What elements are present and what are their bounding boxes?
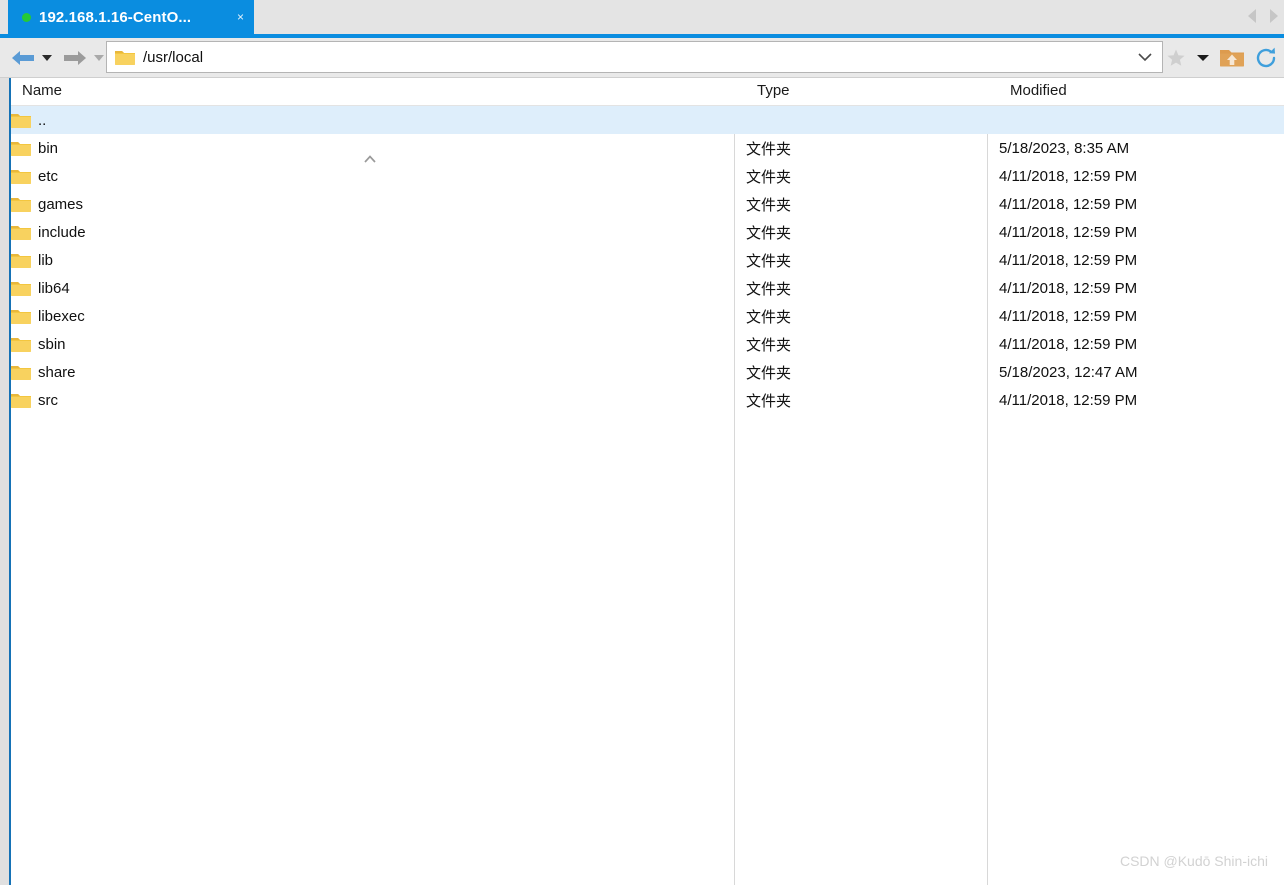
table-row[interactable]: include 文件夹 4/11/2018, 12:59 PM: [11, 218, 1284, 246]
file-name-cell[interactable]: share: [11, 358, 76, 386]
column-header-name[interactable]: Name: [22, 82, 62, 99]
file-browser-window: 192.168.1.16-CentO... × /usr/local Name …: [0, 0, 1284, 885]
table-row[interactable]: share 文件夹 5/18/2023, 12:47 AM: [11, 358, 1284, 386]
file-name-label: games: [38, 195, 84, 213]
address-bar[interactable]: /usr/local: [106, 41, 1163, 73]
forward-button[interactable]: [62, 49, 104, 67]
column-header-modified[interactable]: Modified: [1010, 82, 1067, 99]
file-name-cell[interactable]: etc: [11, 162, 58, 190]
sort-ascending-icon: [364, 155, 376, 163]
file-name-cell[interactable]: libexec: [11, 302, 85, 330]
file-name-label: lib: [38, 251, 54, 269]
table-row[interactable]: sbin 文件夹 4/11/2018, 12:59 PM: [11, 330, 1284, 358]
pane-left-gutter: [0, 78, 9, 885]
file-name-label: ..: [38, 111, 47, 129]
table-row[interactable]: lib 文件夹 4/11/2018, 12:59 PM: [11, 246, 1284, 274]
watermark-text: CSDN @Kudō Shin-ichi: [1119, 853, 1268, 869]
folder-icon: [11, 282, 31, 296]
folder-icon: [11, 114, 31, 128]
address-input-value[interactable]: /usr/local: [143, 49, 1137, 66]
table-row[interactable]: ..: [11, 106, 1284, 134]
file-type-cell: 文件夹: [746, 364, 792, 382]
file-modified-cell: 5/18/2023, 8:35 AM: [999, 139, 1130, 157]
file-type-cell: 文件夹: [746, 252, 792, 270]
file-name-label: sbin: [38, 335, 66, 353]
file-name-label: src: [38, 391, 58, 409]
column-header-type[interactable]: Type: [757, 82, 790, 99]
file-type-cell: 文件夹: [746, 168, 792, 186]
arrow-left-icon: [12, 50, 34, 65]
tab-title: 192.168.1.16-CentO...: [39, 8, 192, 26]
folder-icon: [11, 198, 31, 212]
folder-icon: [11, 142, 31, 156]
folder-icon: [11, 254, 31, 268]
folder-icon: [11, 310, 31, 324]
folder-icon: [11, 394, 31, 408]
parent-folder-icon[interactable]: [1219, 47, 1245, 69]
table-row[interactable]: bin 文件夹 5/18/2023, 8:35 AM: [11, 134, 1284, 162]
file-modified-cell: 4/11/2018, 12:59 PM: [999, 279, 1138, 297]
tab-session-centos[interactable]: 192.168.1.16-CentO... ×: [8, 0, 254, 34]
file-modified-cell: 5/18/2023, 12:47 AM: [999, 363, 1138, 381]
tab-scroll-controls: [1248, 9, 1278, 23]
file-name-cell[interactable]: games: [11, 190, 83, 218]
file-name-label: etc: [38, 167, 59, 185]
chevron-left-icon[interactable]: [1248, 9, 1256, 23]
file-type-cell: 文件夹: [746, 280, 792, 298]
file-type-cell: 文件夹: [746, 140, 792, 158]
file-name-label: share: [38, 363, 76, 381]
arrow-right-icon: [64, 50, 86, 65]
table-row[interactable]: etc 文件夹 4/11/2018, 12:59 PM: [11, 162, 1284, 190]
back-dropdown-caret-icon[interactable]: [42, 54, 52, 61]
file-name-cell[interactable]: src: [11, 386, 58, 414]
file-type-cell: 文件夹: [746, 392, 792, 410]
folder-icon: [11, 170, 31, 184]
file-modified-cell: 4/11/2018, 12:59 PM: [999, 307, 1138, 325]
file-list-header: Name Type Modified: [11, 78, 1284, 106]
refresh-icon[interactable]: [1254, 46, 1278, 70]
folder-icon: [11, 338, 31, 352]
file-name-label: lib64: [38, 279, 70, 297]
file-type-cell: 文件夹: [746, 196, 792, 214]
back-button[interactable]: [10, 49, 52, 67]
file-modified-cell: 4/11/2018, 12:59 PM: [999, 391, 1138, 409]
close-icon[interactable]: ×: [237, 11, 244, 23]
table-row[interactable]: libexec 文件夹 4/11/2018, 12:59 PM: [11, 302, 1284, 330]
folder-icon: [11, 366, 31, 380]
file-modified-cell: 4/11/2018, 12:59 PM: [999, 251, 1138, 269]
connection-status-dot: [22, 12, 31, 22]
tab-strip: 192.168.1.16-CentO... ×: [0, 0, 1284, 34]
file-list-rows: .. bin 文件夹 5/18/2023, 8:35 AM etc 文件夹 4/11/201…: [11, 106, 1284, 414]
forward-dropdown-caret-icon[interactable]: [94, 54, 104, 61]
navigation-toolbar: /usr/local: [0, 38, 1284, 78]
table-row[interactable]: lib64 文件夹 4/11/2018, 12:59 PM: [11, 274, 1284, 302]
folder-icon: [11, 226, 31, 240]
file-list-pane: Name Type Modified .. bin 文件夹 5/18/2023, 8:…: [0, 78, 1284, 885]
chevron-down-icon[interactable]: [1137, 52, 1153, 62]
file-name-cell[interactable]: include: [11, 218, 86, 246]
file-name-label: include: [38, 223, 86, 241]
chevron-right-icon[interactable]: [1270, 9, 1278, 23]
file-name-cell[interactable]: ..: [11, 106, 46, 134]
table-row[interactable]: games 文件夹 4/11/2018, 12:59 PM: [11, 190, 1284, 218]
file-type-cell: 文件夹: [746, 336, 792, 354]
file-modified-cell: 4/11/2018, 12:59 PM: [999, 335, 1138, 353]
folder-icon: [115, 51, 135, 65]
star-icon[interactable]: [1165, 47, 1187, 69]
file-name-cell[interactable]: lib64: [11, 274, 70, 302]
file-modified-cell: 4/11/2018, 12:59 PM: [999, 195, 1138, 213]
file-modified-cell: 4/11/2018, 12:59 PM: [999, 223, 1138, 241]
toolbar-actions: [1165, 38, 1278, 78]
file-name-label: libexec: [38, 307, 85, 325]
chevron-down-icon[interactable]: [1196, 53, 1210, 63]
table-row[interactable]: src 文件夹 4/11/2018, 12:59 PM: [11, 386, 1284, 414]
file-modified-cell: 4/11/2018, 12:59 PM: [999, 167, 1138, 185]
file-name-cell[interactable]: lib: [11, 246, 53, 274]
file-name-label: bin: [38, 139, 59, 157]
file-name-cell[interactable]: bin: [11, 134, 58, 162]
file-name-cell[interactable]: sbin: [11, 330, 66, 358]
file-type-cell: 文件夹: [746, 224, 792, 242]
file-type-cell: 文件夹: [746, 308, 792, 326]
